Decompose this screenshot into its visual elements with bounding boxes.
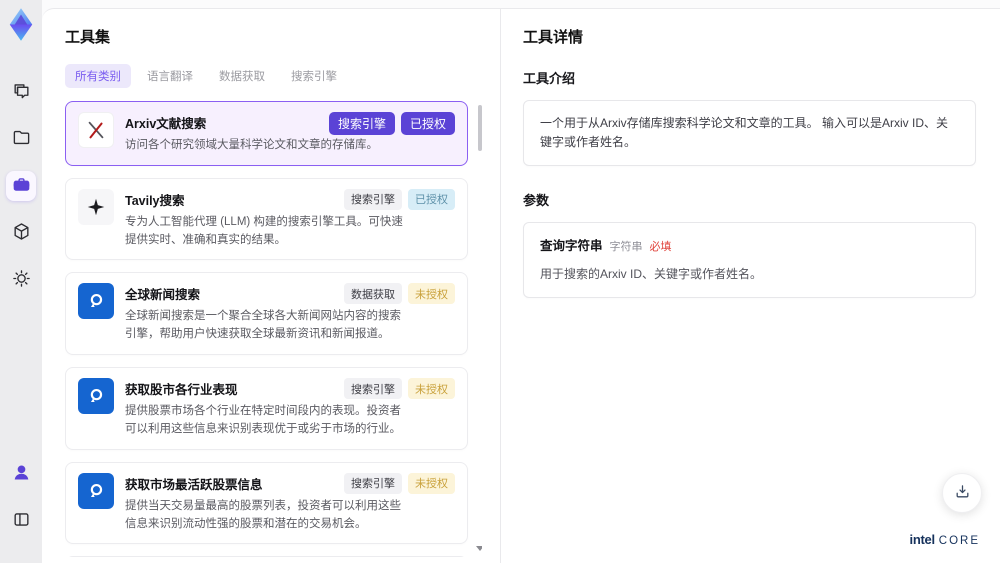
category-badge: 数据获取 (344, 283, 402, 305)
cube-icon (12, 222, 31, 244)
param-box: 查询字符串 字符串 必填 用于搜索的Arxiv ID、关键字或作者姓名。 (523, 222, 976, 299)
arxiv-logo-icon (78, 112, 114, 148)
sidebar-item-chat[interactable] (6, 77, 36, 107)
search-logo-icon (78, 378, 114, 415)
tool-desc: 全球新闻搜索是一个聚合全球各大新闻网站内容的搜索引擎，帮助用户快速获取全球最新资… (125, 310, 401, 341)
tool-desc: 访问各个研究领域大量科学论文和文章的存储库。 (125, 139, 378, 151)
param-name: 查询字符串 (540, 239, 603, 254)
search-logo-icon (78, 472, 114, 509)
category-badge: 搜索引擎 (344, 472, 402, 494)
tavily-sparkle-icon (78, 188, 114, 225)
tool-list: Arxiv文献搜索 访问各个研究领域大量科学论文和文章的存储库。 搜索引擎 已授… (65, 101, 482, 557)
tab-language-translation[interactable]: 语言翻译 (137, 64, 203, 88)
search-logo-icon (78, 283, 114, 320)
intel-core-logo: intel CORE (910, 532, 980, 547)
sidebar-item-files[interactable] (6, 124, 36, 154)
auth-badge: 未授权 (408, 283, 455, 305)
param-desc: 用于搜索的Arxiv ID、关键字或作者姓名。 (540, 266, 763, 281)
sidebar-item-collapse[interactable] (6, 506, 36, 536)
sidebar (0, 0, 42, 563)
tool-card-arxiv[interactable]: Arxiv文献搜索 访问各个研究领域大量科学论文和文章的存储库。 搜索引擎 已授… (65, 101, 468, 166)
params-heading: 参数 (523, 193, 550, 209)
briefcase-icon (12, 175, 31, 197)
tool-intro-box: 一个用于从Arxiv存储库搜索科学论文和文章的工具。 输入可以是Arxiv ID… (523, 100, 976, 167)
download-icon (954, 483, 971, 503)
auth-badge: 未授权 (408, 378, 455, 400)
intel-wordmark: intel (909, 532, 936, 547)
tool-detail-pane: 工具详情 工具介绍 一个用于从Arxiv存储库搜索科学论文和文章的工具。 输入可… (500, 9, 1000, 563)
tab-search-engine[interactable]: 搜索引擎 (281, 64, 347, 88)
gear-icon (12, 269, 31, 291)
tool-desc: 专为人工智能代理 (LLM) 构建的搜索引擎工具。可快速提供实时、准确和真实的结… (125, 215, 403, 246)
detail-title: 工具详情 (523, 29, 584, 46)
param-type: 字符串 (609, 241, 643, 254)
download-button[interactable] (942, 473, 982, 513)
category-badge: 搜索引擎 (328, 112, 395, 135)
tool-card-tavily[interactable]: Tavily搜索 专为人工智能代理 (LLM) 构建的搜索引擎工具。可快速提供实… (65, 177, 468, 261)
core-wordmark: CORE (938, 535, 980, 547)
panel-toggle-icon (12, 510, 31, 532)
category-badge: 搜索引擎 (344, 188, 402, 210)
auth-badge: 已授权 (400, 112, 455, 135)
app-logo (6, 7, 36, 41)
tool-card-sector-performance[interactable]: 获取股市各行业表现 提供股票市场各个行业在特定时间段内的表现。投资者可以利用这些… (65, 367, 468, 450)
tab-data-fetch[interactable]: 数据获取 (209, 64, 275, 88)
category-tabs: 所有类别 语言翻译 数据获取 搜索引擎 (65, 64, 482, 88)
auth-badge: 未授权 (408, 472, 455, 494)
intro-heading: 工具介绍 (523, 71, 576, 86)
sidebar-item-account[interactable] (6, 459, 36, 489)
tool-card-region-news[interactable]: 万维地区新闻查询 查询具体行政区划内的新闻，快速了解各地新闻动 搜索引擎 未授权 (65, 556, 468, 557)
main-area: 工具集 所有类别 语言翻译 数据获取 搜索引擎 Arxiv文献搜索 访问各个研究… (42, 0, 1000, 563)
tab-all-categories[interactable]: 所有类别 (65, 64, 131, 88)
page-title: 工具集 (65, 29, 111, 46)
category-badge: 搜索引擎 (344, 378, 402, 400)
auth-badge: 已授权 (408, 188, 455, 210)
sidebar-item-packages[interactable] (6, 218, 36, 248)
tool-desc: 提供当天交易量最高的股票列表，投资者可以利用这些信息来识别流动性强的股票和潜在的… (125, 499, 401, 530)
sidebar-item-settings[interactable] (6, 265, 36, 295)
param-required-badge: 必填 (649, 241, 672, 254)
user-icon (12, 463, 31, 485)
tool-card-active-stocks[interactable]: 获取市场最活跃股票信息 提供当天交易量最高的股票列表，投资者可以利用这些信息来识… (65, 461, 468, 545)
chat-icon (12, 81, 31, 103)
scroll-down-arrow-icon[interactable] (476, 546, 482, 551)
folder-icon (12, 128, 31, 150)
sidebar-item-tools[interactable] (6, 171, 36, 201)
tool-card-global-news[interactable]: 全球新闻搜索 全球新闻搜索是一个聚合全球各大新闻网站内容的搜索引擎，帮助用户快速… (65, 272, 468, 356)
scrollbar-thumb[interactable] (478, 105, 482, 151)
tool-list-pane: 工具集 所有类别 语言翻译 数据获取 搜索引擎 Arxiv文献搜索 访问各个研究… (42, 9, 500, 563)
list-scrollbar[interactable] (476, 101, 482, 551)
tool-desc: 提供股票市场各个行业在特定时间段内的表现。投资者可以利用这些信息来识别表现优于或… (125, 405, 401, 435)
